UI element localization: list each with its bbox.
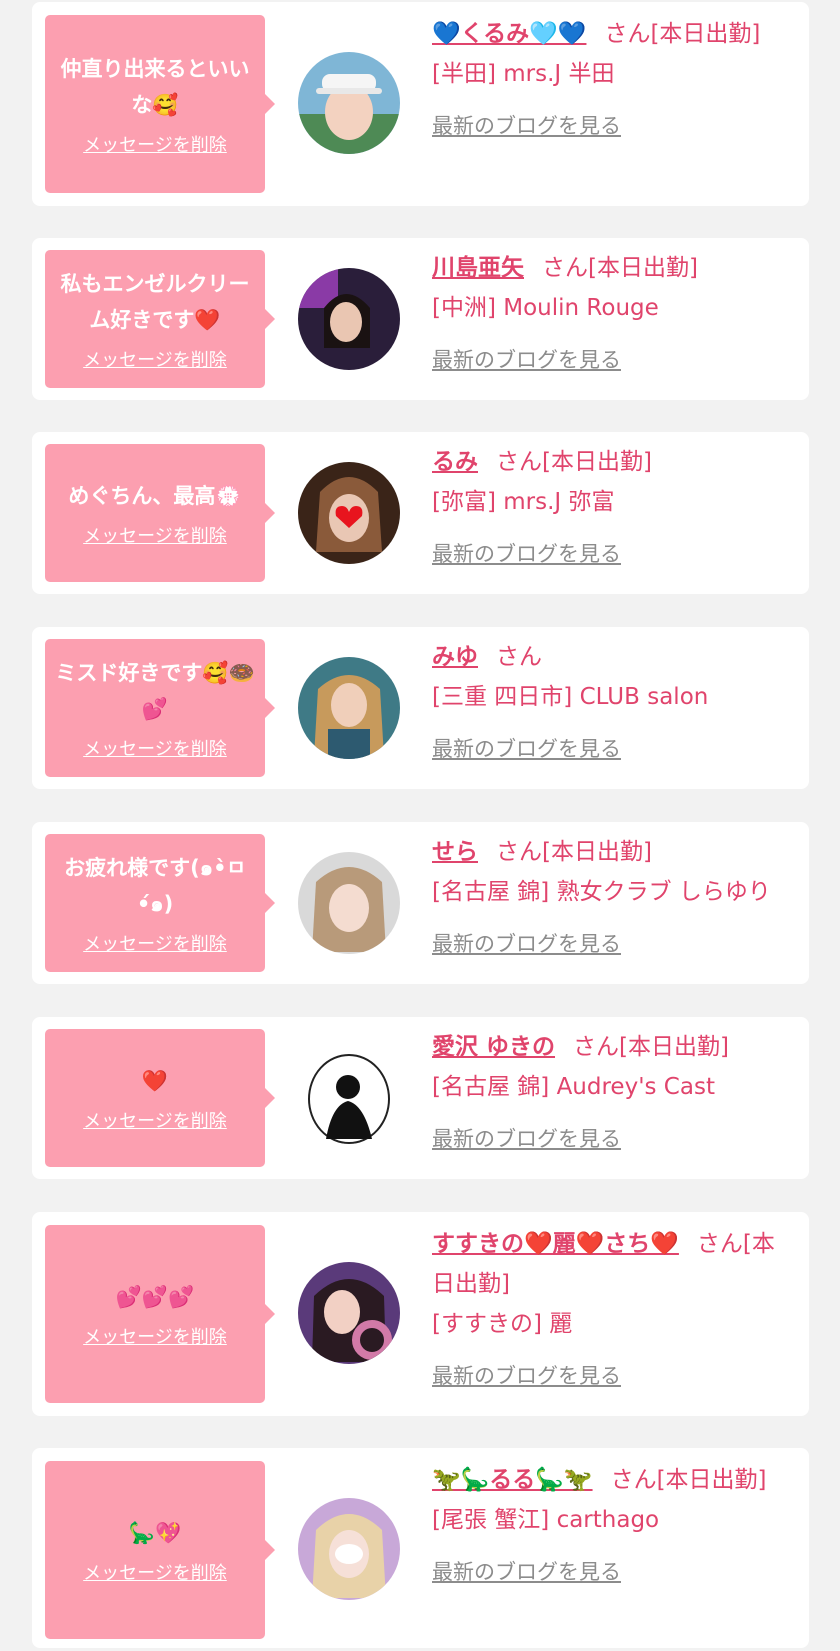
cast-name-link[interactable]: みゆ [432, 644, 478, 670]
message-bubble: ミスド好きです🥰🍩💕 メッセージを削除 [45, 639, 275, 777]
shop-name: [すすきの] 麗 [432, 1311, 573, 1337]
message-text: 🦕💖 [128, 1521, 182, 1545]
message-card: ミスド好きです🥰🍩💕 メッセージを削除 みゆ さん [三重 四日市] CLUB s… [32, 627, 809, 789]
message-bubble: めぐちん、最高💮 メッセージを削除 [45, 444, 275, 582]
delete-message-link[interactable]: メッセージを削除 [83, 735, 227, 761]
message-bubble: 💕💕💕 メッセージを削除 [45, 1225, 275, 1403]
shop-name: [半田] mrs.J 半田 [432, 61, 615, 87]
cast-name-link[interactable]: るみ [432, 449, 478, 475]
shop-name: [尾張 蟹江] carthago [432, 1507, 660, 1533]
message-text: お疲れ様です(๑•̀ㅁ•́๑) [64, 856, 246, 916]
cast-info: るみ さん[本日出勤] [弥富] mrs.J 弥富 最新のブログを見る [432, 442, 791, 574]
delete-message-link[interactable]: メッセージを削除 [83, 131, 227, 157]
message-bubble: お疲れ様です(๑•̀ㅁ•́๑) メッセージを削除 [45, 834, 275, 972]
message-card: 仲直り出来るといいな🥰 メッセージを削除 💙くるみ🩵💙 さん[本日出勤] [半田]… [32, 2, 809, 206]
cast-photo-icon [298, 1262, 400, 1364]
blog-link[interactable]: 最新のブログを見る [432, 924, 791, 964]
cast-status: さん[本日出勤] [610, 1467, 767, 1493]
blog-link[interactable]: 最新のブログを見る [432, 729, 791, 769]
cast-photo-icon [298, 268, 400, 370]
message-text: 私もエンゼルクリーム好きです❤️ [60, 272, 250, 332]
cast-name-link[interactable]: 💙くるみ🩵💙 [432, 21, 586, 47]
shop-name: [弥富] mrs.J 弥富 [432, 489, 615, 515]
cast-photo-icon [298, 852, 400, 954]
blog-link[interactable]: 最新のブログを見る [432, 1356, 791, 1396]
cast-photo-icon [298, 657, 400, 759]
cast-info: みゆ さん [三重 四日市] CLUB salon 最新のブログを見る [432, 637, 791, 769]
cast-avatar[interactable] [298, 268, 400, 370]
message-card: 💕💕💕 メッセージを削除 すすきの❤️麗❤️さち❤️ さん[本日出勤] [すすきの… [32, 1212, 809, 1416]
cast-avatar[interactable] [298, 852, 400, 954]
message-card: 🦕💖 メッセージを削除 🦖🦕るる🦕🦖 さん[本日出勤] [尾張 蟹江] carth… [32, 1448, 809, 1648]
cast-status: さん[本日出勤] [542, 255, 698, 281]
cast-avatar[interactable] [298, 1498, 400, 1600]
shop-name: [三重 四日市] CLUB salon [432, 684, 709, 710]
delete-message-link[interactable]: メッセージを削除 [83, 522, 227, 548]
cast-status: さん[本日出勤] [573, 1034, 729, 1060]
cast-info: 💙くるみ🩵💙 さん[本日出勤] [半田] mrs.J 半田 最新のブログを見る [432, 14, 791, 146]
cast-name-link[interactable]: 川島亜矢 [432, 255, 524, 281]
cast-name-link[interactable]: すすきの❤️麗❤️さち❤️ [432, 1231, 679, 1257]
cast-info: 🦖🦕るる🦕🦖 さん[本日出勤] [尾張 蟹江] carthago 最新のブログを見… [432, 1460, 791, 1592]
message-card: めぐちん、最高💮 メッセージを削除 るみ さん[本日出勤] [弥富] mrs.J … [32, 432, 809, 594]
shop-name: [名古屋 錦] 熟女クラブ しらゆり [432, 879, 771, 905]
message-text: 仲直り出来るといいな🥰 [60, 57, 250, 117]
message-bubble: 仲直り出来るといいな🥰 メッセージを削除 [45, 15, 275, 193]
message-card: 私もエンゼルクリーム好きです❤️ メッセージを削除 川島亜矢 さん[本日出勤] [… [32, 238, 809, 400]
shop-logo-icon [298, 1047, 400, 1149]
message-card: お疲れ様です(๑•̀ㅁ•́๑) メッセージを削除 せら さん[本日出勤] [名古屋… [32, 822, 809, 984]
cast-photo-icon [298, 1498, 400, 1600]
cast-info: 愛沢 ゆきの さん[本日出勤] [名古屋 錦] Audrey's Cast 最新の… [432, 1027, 791, 1159]
blog-link[interactable]: 最新のブログを見る [432, 340, 791, 380]
cast-avatar[interactable] [298, 52, 400, 154]
message-text: めぐちん、最高💮 [68, 484, 242, 508]
cast-status: さん[本日出勤] [604, 21, 761, 47]
delete-message-link[interactable]: メッセージを削除 [83, 930, 227, 956]
message-card: ❤️ メッセージを削除 愛沢 ゆきの さん[本日出勤] [名古屋 錦] Audre… [32, 1017, 809, 1179]
message-bubble: ❤️ メッセージを削除 [45, 1029, 275, 1167]
delete-message-link[interactable]: メッセージを削除 [83, 1559, 227, 1585]
message-text: ミスド好きです🥰🍩💕 [55, 661, 255, 721]
cast-avatar[interactable] [298, 657, 400, 759]
message-bubble: 🦕💖 メッセージを削除 [45, 1461, 275, 1639]
shop-name: [中洲] Moulin Rouge [432, 295, 659, 321]
cast-info: すすきの❤️麗❤️さち❤️ さん[本日出勤] [すすきの] 麗 最新のブログを見る [432, 1224, 791, 1396]
blog-link[interactable]: 最新のブログを見る [432, 1552, 791, 1592]
delete-message-link[interactable]: メッセージを削除 [83, 346, 227, 372]
blog-link[interactable]: 最新のブログを見る [432, 534, 791, 574]
blog-link[interactable]: 最新のブログを見る [432, 1119, 791, 1159]
cast-name-link[interactable]: 愛沢 ゆきの [432, 1034, 555, 1060]
blog-link[interactable]: 最新のブログを見る [432, 106, 791, 146]
cast-photo-icon [298, 462, 400, 564]
cast-avatar[interactable] [298, 1262, 400, 1364]
message-bubble: 私もエンゼルクリーム好きです❤️ メッセージを削除 [45, 250, 275, 388]
cast-status: さん[本日出勤] [496, 839, 652, 865]
shop-logo-avatar[interactable] [298, 1047, 400, 1149]
cast-info: 川島亜矢 さん[本日出勤] [中洲] Moulin Rouge 最新のブログを見る [432, 248, 791, 380]
cast-info: せら さん[本日出勤] [名古屋 錦] 熟女クラブ しらゆり 最新のブログを見る [432, 832, 791, 964]
cast-photo-icon [298, 52, 400, 154]
message-text: ❤️ [141, 1069, 169, 1093]
cast-status: さん [496, 644, 542, 670]
cast-avatar[interactable] [298, 462, 400, 564]
cast-status: さん[本日出勤] [496, 449, 652, 475]
delete-message-link[interactable]: メッセージを削除 [83, 1323, 227, 1349]
shop-name: [名古屋 錦] Audrey's Cast [432, 1074, 715, 1100]
cast-name-link[interactable]: せら [432, 839, 478, 865]
delete-message-link[interactable]: メッセージを削除 [83, 1107, 227, 1133]
message-text: 💕💕💕 [115, 1285, 195, 1309]
cast-name-link[interactable]: 🦖🦕るる🦕🦖 [432, 1467, 593, 1493]
